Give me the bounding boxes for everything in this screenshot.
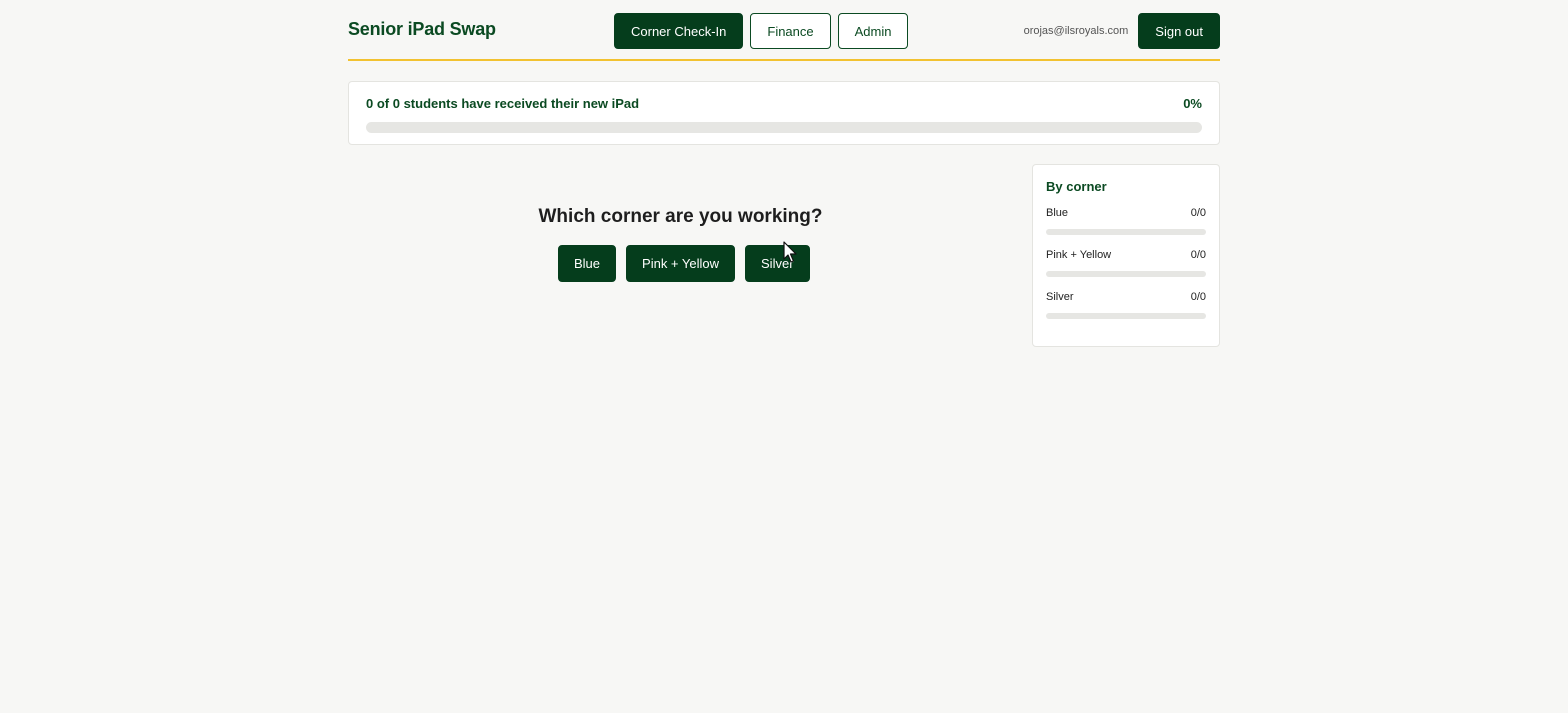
corner-stat-count: 0/0: [1190, 207, 1206, 219]
corner-stat-silver: Silver 0/0: [1046, 291, 1206, 319]
corner-stat-name: Silver: [1046, 291, 1074, 303]
nav-admin[interactable]: Admin: [837, 13, 909, 49]
overall-progress-card: 0 of 0 students have received their new …: [348, 81, 1220, 145]
app-container: Senior iPad Swap Corner Check-In Finance…: [348, 0, 1220, 347]
overall-progress-bar: [366, 122, 1202, 133]
corner-pink-yellow-button[interactable]: Pink + Yellow: [626, 245, 736, 282]
corner-stat-count: 0/0: [1190, 291, 1206, 303]
progress-percent: 0%: [1183, 96, 1202, 111]
pointer-cursor-icon: [783, 241, 797, 263]
nav-corner-check-in[interactable]: Corner Check-In: [614, 13, 744, 49]
corner-question: Which corner are you working?: [538, 206, 823, 227]
corner-stat-bar: [1046, 271, 1206, 277]
app-title: Senior iPad Swap: [348, 19, 496, 39]
nav-finance[interactable]: Finance: [750, 13, 831, 49]
corner-stat-name: Blue: [1046, 207, 1069, 219]
corner-silver-button[interactable]: Silver: [745, 245, 810, 282]
top-header: Senior iPad Swap Corner Check-In Finance…: [348, 0, 1220, 61]
corner-options: Blue Pink + Yellow Silver: [558, 245, 810, 282]
by-corner-card: By corner Blue 0/0 Pink + Yellow 0/0 Sil…: [1032, 164, 1220, 347]
corner-stat-bar: [1046, 229, 1206, 235]
corner-stat-blue: Blue 0/0: [1046, 207, 1206, 235]
corner-blue-button[interactable]: Blue: [558, 245, 617, 282]
corner-stat-bar: [1046, 313, 1206, 319]
corner-stat-name: Pink + Yellow: [1046, 249, 1112, 261]
main-nav: Corner Check-In Finance Admin: [614, 13, 909, 49]
user-email: orojas@ilsroyals.com: [1023, 25, 1129, 37]
corner-stat-count: 0/0: [1190, 249, 1206, 261]
sign-out-button[interactable]: Sign out: [1138, 13, 1220, 49]
progress-summary: 0 of 0 students have received their new …: [366, 96, 640, 111]
by-corner-title: By corner: [1046, 179, 1107, 194]
user-area: orojas@ilsroyals.com Sign out: [1024, 13, 1220, 49]
corner-stat-pink-yellow: Pink + Yellow 0/0: [1046, 249, 1206, 277]
